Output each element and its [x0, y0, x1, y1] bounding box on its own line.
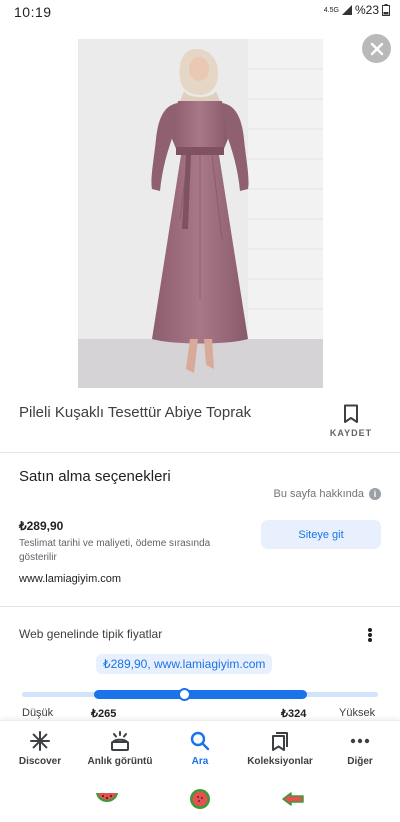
product-title: Pileli Kuşaklı Tesettür Abiye Toprak	[19, 404, 252, 421]
purchase-options-title: Satın alma seçenekleri	[19, 468, 171, 485]
about-page-link[interactable]: Bu sayfa hakkında i	[273, 488, 381, 500]
snapshot-icon	[111, 731, 129, 751]
nav-label: Diğer	[347, 756, 373, 767]
nav-discover[interactable]: Discover	[0, 721, 80, 776]
product-image[interactable]	[78, 39, 323, 388]
nav-label: Ara	[191, 756, 209, 767]
save-label: KAYDET	[329, 428, 373, 438]
search-icon	[190, 731, 210, 751]
nav-label: Koleksiyonlar	[247, 756, 313, 767]
close-icon	[370, 42, 383, 55]
collections-icon	[272, 732, 288, 751]
home-button[interactable]	[187, 786, 213, 812]
high-label: Yüksek	[339, 707, 376, 719]
asterisk-icon	[30, 731, 50, 751]
current-price-bubble: ₺289,90, www.lamiagiyim.com	[96, 654, 273, 674]
recent-apps-button[interactable]	[94, 786, 120, 812]
nav-search[interactable]: Ara	[160, 721, 240, 776]
info-icon: i	[369, 488, 381, 500]
system-nav-bar	[0, 776, 400, 822]
save-button[interactable]: KAYDET	[329, 404, 373, 438]
nav-label: Discover	[18, 756, 62, 767]
store-domain: www.lamiagiyim.com	[19, 573, 122, 585]
nav-collections[interactable]: Koleksiyonlar	[240, 721, 320, 776]
shipping-note: Teslimat tarihi ve maliyeti, ödeme sıras…	[19, 538, 211, 563]
close-button[interactable]	[362, 34, 391, 63]
status-bar: 10:19 4.5G %23	[0, 0, 400, 24]
typical-prices-title: Web genelinde tipik fiyatlar	[19, 627, 163, 641]
visit-site-button[interactable]: Siteye git	[261, 520, 381, 549]
back-arrow-icon	[282, 792, 305, 806]
typical-range-bar	[94, 690, 307, 699]
low-value: ₺265	[91, 708, 117, 720]
signal-icon	[341, 5, 352, 15]
bottom-nav: Discover Anlık görüntü Ara Koleksiyonlar…	[0, 720, 400, 776]
battery-icon	[382, 4, 390, 16]
about-page-label: Bu sayfa hakkında	[273, 488, 364, 500]
high-value: ₺324	[281, 708, 307, 720]
more-horizontal-icon	[350, 738, 370, 744]
nav-snapshot[interactable]: Anlık görüntü	[80, 721, 160, 776]
current-price-marker	[178, 688, 191, 701]
more-vert-icon[interactable]	[366, 627, 374, 643]
home-icon	[189, 789, 210, 809]
watermelon-icon	[95, 793, 118, 802]
status-indicators: 4.5G %23	[324, 3, 390, 17]
dress-photo	[78, 39, 323, 388]
bookmark-icon	[344, 404, 358, 423]
divider	[0, 452, 400, 453]
nav-label: Anlık görüntü	[87, 756, 153, 767]
price: ₺289,90	[19, 519, 64, 533]
network-type: 4.5G	[323, 6, 339, 14]
battery-level: %23	[354, 3, 379, 17]
back-button[interactable]	[280, 786, 306, 812]
divider	[0, 606, 400, 607]
status-time: 10:19	[14, 4, 52, 20]
low-label: Düşük	[22, 707, 54, 719]
nav-more[interactable]: Diğer	[320, 721, 400, 776]
